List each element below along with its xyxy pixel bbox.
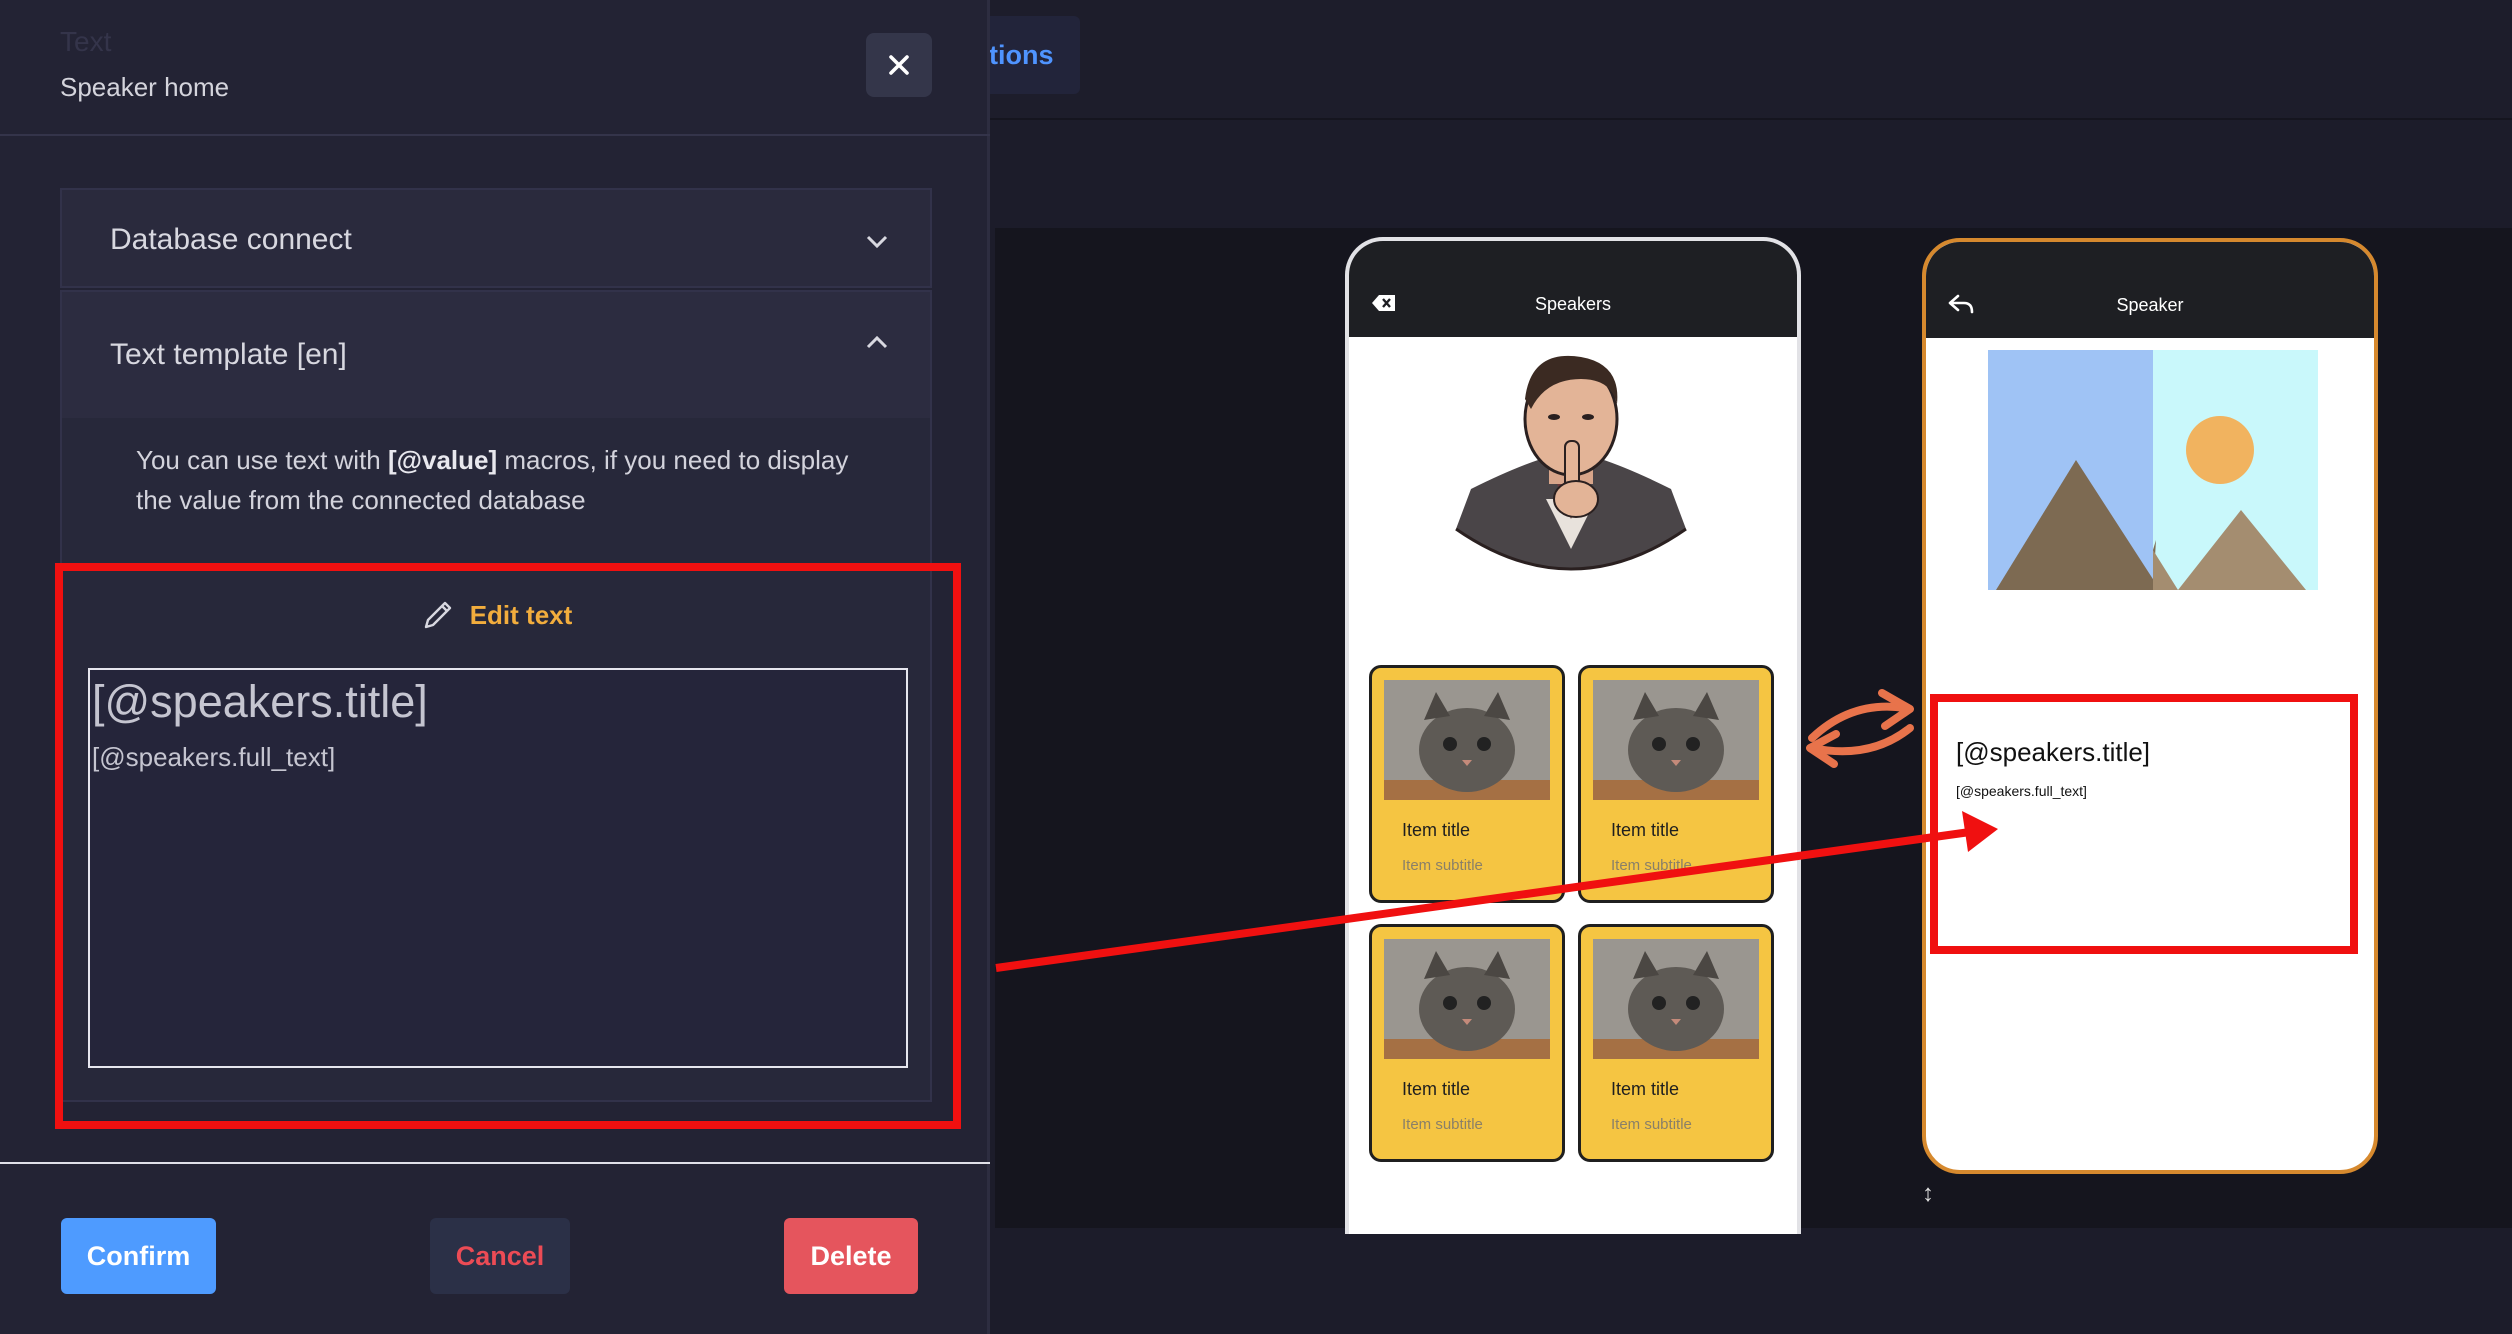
back-arrow-icon[interactable] [1948,292,1974,316]
list-item[interactable]: Item title Item subtitle [1369,924,1565,1162]
speaker-portrait-image [1455,355,1687,571]
chevron-down-icon [866,235,888,249]
kitten-image [1593,939,1759,1059]
help-text-macro: [@value] [387,445,498,475]
help-text-pre: You can use text with [136,445,388,475]
card-subtitle: Item subtitle [1402,1116,1483,1133]
accordion-database-connect[interactable]: Database connect [60,188,932,288]
highlight-box-left [55,563,961,1129]
highlight-box-right [1930,694,2358,954]
help-text: You can use text with [@value] macros, i… [136,440,856,520]
resize-icon[interactable]: ↕ [1922,1180,1940,1212]
accordion-label: Text template [en] [110,338,347,371]
card-title: Item title [1402,820,1471,840]
close-button[interactable] [866,33,932,97]
kitten-image [1593,680,1759,800]
card-subtitle: Item subtitle [1611,857,1692,874]
kitten-image [1384,939,1550,1059]
modal-header: Text Speaker home [0,0,990,136]
modal-title: Text [60,26,112,57]
list-item[interactable]: Item title Item subtitle [1369,665,1565,903]
modal-subtitle: Speaker home [60,72,230,102]
cancel-button[interactable]: Cancel [430,1218,570,1294]
accordion-header[interactable]: Database connect [62,190,930,290]
chevron-up-icon [866,335,888,349]
backspace-icon[interactable] [1371,291,1397,315]
phone-header-title: Speaker [2116,295,2184,315]
text-edit-modal: Text Speaker home Database connect Text … [0,0,990,1334]
confirm-button[interactable]: Confirm [61,1218,216,1294]
phone-header-title: Speakers [1534,294,1612,314]
card-subtitle: Item subtitle [1402,857,1483,874]
close-icon [889,55,909,75]
footer-divider [0,1162,990,1164]
tab-button[interactable]: tions [975,16,1080,94]
accordion-label: Database connect [110,223,352,256]
list-item[interactable]: Item title Item subtitle [1578,924,1774,1162]
image-placeholder [1988,350,2318,590]
card-title: Item title [1402,1079,1471,1099]
card-subtitle: Item subtitle [1611,1116,1692,1133]
delete-button[interactable]: Delete [784,1218,918,1294]
card-title: Item title [1611,820,1680,840]
phone-header: Speakers [1349,241,1797,337]
phone-header: Speaker [1926,242,2374,338]
accordion-header[interactable]: Text template [en] [62,292,930,418]
card-title: Item title [1611,1079,1680,1099]
kitten-image [1384,680,1550,800]
list-item[interactable]: Item title Item subtitle [1578,665,1774,903]
phone-screen-speakers[interactable]: Speakers Item title Item subtitle Item t… [1345,237,1801,1234]
